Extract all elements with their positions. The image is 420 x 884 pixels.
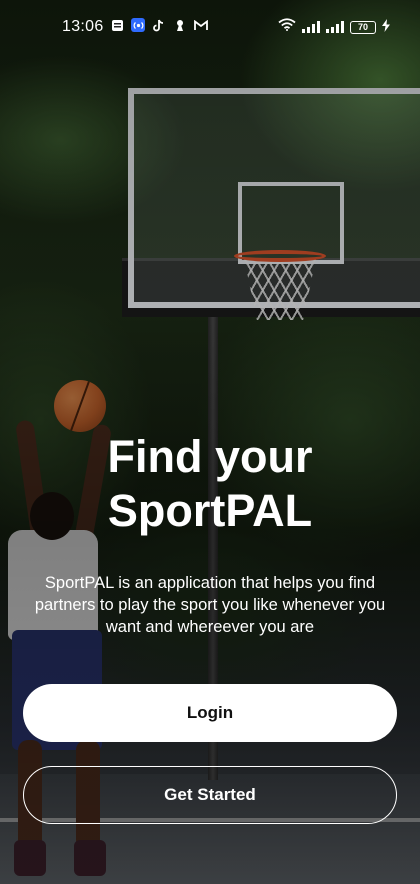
page-title: Find your SportPAL [0,430,420,538]
app-description: SportPAL is an application that helps yo… [34,574,386,636]
get-started-button[interactable]: Get Started [23,766,397,824]
gmail-icon [194,18,208,32]
cellular-signal-icon [326,21,344,33]
status-time: 13:06 [62,18,104,35]
wifi-icon [278,18,296,36]
keyhole-icon [173,18,187,32]
title-line-2: SportPAL [107,485,313,536]
system-icons: 70 [278,18,390,36]
login-button[interactable]: Login [23,684,397,742]
news-icon [110,18,124,32]
charging-bolt-icon [382,19,390,35]
battery-icon: 70 [350,20,376,34]
cellular-signal-icon [302,21,320,33]
status-bar: 13:06 70 [0,0,420,56]
tiktok-icon [152,18,166,32]
radio-icon [131,18,145,32]
notification-icons [110,18,208,32]
onboarding-screen: 13:06 70 Find your SportPAL SportPAL is … [0,0,420,884]
title-line-1: Find your [107,431,313,482]
